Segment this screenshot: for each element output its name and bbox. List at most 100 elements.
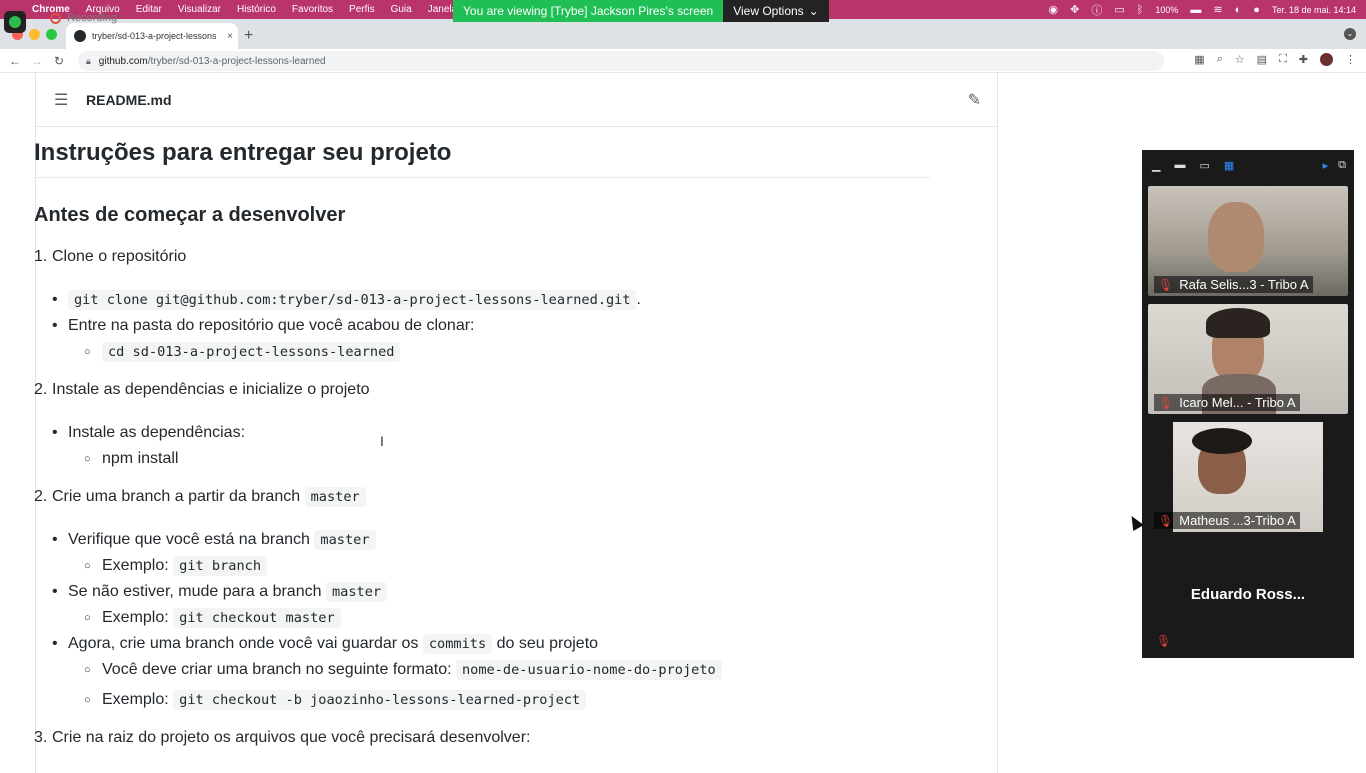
menu-item-historico[interactable]: Histórico — [237, 4, 276, 15]
extension-icon[interactable]: ▤ — [1257, 53, 1267, 66]
list-item: Você deve criar uma branch no seguinte f… — [34, 660, 930, 680]
recording-label: Recording — [67, 12, 118, 24]
participant-tile[interactable]: Eduardo Ross... 🎙︎ — [1148, 542, 1348, 654]
pop-out-icon[interactable]: ⧉ — [1338, 159, 1346, 172]
muted-mic-icon: 🎙︎ — [1158, 513, 1174, 528]
url-path: /tryber/sd-013-a-project-lessons-learned — [147, 55, 326, 67]
puzzle-icon[interactable]: ✚ — [1299, 53, 1308, 66]
menu-item-perfis[interactable]: Perfis — [349, 4, 375, 15]
participant-name: Eduardo Ross... — [1190, 586, 1306, 603]
step-3: 3. Crie na raiz do projeto os arquivos qu… — [34, 729, 531, 746]
new-tab-button[interactable]: + — [244, 27, 253, 45]
menu-item-editar[interactable]: Editar — [136, 4, 162, 15]
reload-icon[interactable]: ↻ — [48, 54, 70, 68]
list-item: cd sd-013-a-project-lessons-learned — [34, 342, 930, 362]
cd-code[interactable]: cd sd-013-a-project-lessons-learned — [102, 342, 401, 362]
status-area: ◉ ✥ ⓘ ▭ ᛒ 100% ▬ ≋ ◐ ● Ter. 18 de mai. 1… — [1049, 0, 1356, 19]
menu-item-guia[interactable]: Guia — [391, 4, 412, 15]
minimize-window-icon[interactable] — [29, 29, 40, 40]
gallery-toolbar: ▁ ▬ ▭ ▦ ▸ ⧉ — [1142, 150, 1354, 180]
readme-header: ☰ README.md ✎ — [36, 73, 997, 127]
bluetooth-icon[interactable]: ᛒ — [1137, 4, 1144, 16]
participant-name: 🎙︎ Icaro Mel... - Tribo A — [1154, 394, 1300, 411]
more-menu-icon[interactable]: ⋮ — [1345, 53, 1356, 66]
step-1: 1. Clone o repositório — [34, 248, 187, 265]
menu-item-visualizar[interactable]: Visualizar — [178, 4, 221, 15]
list-item: Exemplo: git checkout master — [34, 608, 930, 628]
step-2b: 2. Crie uma branch a partir da branch mas… — [34, 487, 930, 507]
wifi-off-icon[interactable]: ≋ — [1213, 3, 1222, 16]
readme-filename: README.md — [86, 91, 172, 108]
share-banner-message: You are viewing [Trybe] Jackson Pires's … — [453, 0, 724, 22]
battery-icon[interactable]: ▬ — [1190, 4, 1201, 16]
qr-code-icon[interactable]: ▦ — [1194, 53, 1204, 66]
participant-tile[interactable]: 🎙︎ Rafa Selis...3 - Tribo A — [1148, 186, 1348, 296]
url-host: github.com — [98, 55, 148, 67]
clone-code[interactable]: git clone git@github.com:tryber/sd-013-a… — [68, 290, 637, 310]
maximize-window-icon[interactable] — [46, 29, 57, 40]
list-item: Se não estiver, mude para a branch maste… — [34, 582, 930, 602]
menu-item-favoritos[interactable]: Favoritos — [292, 4, 333, 15]
muted-mic-icon: 🎙︎ — [1158, 277, 1174, 292]
participant-name: 🎙︎ Matheus ...3-Tribo A — [1154, 512, 1300, 529]
next-page-icon[interactable]: ▸ — [1323, 159, 1329, 172]
record-dot-icon — [50, 12, 61, 24]
control-center-icon[interactable]: ◐ — [1235, 4, 1242, 16]
gallery-view-icon[interactable]: ▦ — [1224, 159, 1234, 172]
muted-mic-icon: 🎙︎ — [1156, 634, 1172, 648]
chevron-down-icon: ⌄ — [808, 4, 819, 18]
speaker-view-icon[interactable]: ▭ — [1199, 159, 1209, 172]
bookmark-star-icon[interactable]: ☆ — [1235, 53, 1245, 66]
battery-percent: 100% — [1155, 4, 1179, 15]
browser-toolbar: ← → ↻ 🔒︎ github.com/tryber/sd-013-a-proj… — [0, 49, 1366, 73]
list-item: git clone git@github.com:tryber/sd-013-a… — [34, 290, 930, 310]
participant-tile[interactable]: 🎙︎ Icaro Mel... - Tribo A — [1148, 304, 1348, 414]
text-cursor-icon: I — [380, 433, 384, 449]
move-icon[interactable]: ✥ — [1070, 3, 1079, 16]
github-icon — [74, 30, 86, 42]
video-gallery: ▁ ▬ ▭ ▦ ▸ ⧉ 🎙︎ Rafa Selis...3 - Tribo A 🎙… — [1142, 150, 1354, 658]
user-icon[interactable]: ● — [1253, 4, 1260, 16]
screen-icon[interactable]: ▭ — [1114, 3, 1124, 16]
step-2a: 2. Instale as dependências e inicialize o… — [34, 381, 370, 398]
muted-mic-icon: 🎙︎ — [1158, 395, 1174, 410]
lock-icon: 🔒︎ — [86, 55, 91, 66]
readme-h1: Instruções para entregar seu projeto — [34, 139, 930, 178]
tab-title: tryber/sd-013-a-project-lessons — [92, 31, 217, 41]
browser-tab-strip: tryber/sd-013-a-project-lessons × + ⌄ — [0, 19, 1366, 49]
close-tab-icon[interactable]: × — [222, 31, 238, 42]
address-bar[interactable]: 🔒︎ github.com/tryber/sd-013-a-project-le… — [78, 51, 1164, 71]
list-item: Exemplo: git checkout -b joaozinho-lesso… — [34, 690, 930, 710]
list-item: Verifique que você está na branch master — [34, 530, 930, 550]
recording-indicator: Recording — [50, 12, 117, 24]
screen-share-banner: You are viewing [Trybe] Jackson Pires's … — [453, 0, 829, 22]
participant-name: 🎙︎ Rafa Selis...3 - Tribo A — [1154, 276, 1313, 293]
list-item: Agora, crie uma branch onde você vai gua… — [34, 634, 930, 654]
strip-view-icon[interactable]: ▬ — [1174, 159, 1185, 171]
browser-tab[interactable]: tryber/sd-013-a-project-lessons × — [66, 23, 238, 49]
list-item: Instale as dependências: — [34, 423, 930, 443]
recording-badge[interactable] — [4, 11, 26, 33]
pencil-icon[interactable]: ✎ — [968, 90, 981, 110]
participant-tile[interactable]: 🎙︎ Matheus ...3-Tribo A — [1148, 422, 1348, 532]
list-item: Exemplo: git branch — [34, 556, 930, 576]
profile-avatar[interactable] — [1320, 53, 1333, 66]
clock[interactable]: Ter. 18 de mai. 14:14 — [1272, 5, 1356, 15]
forward-icon[interactable]: → — [26, 54, 48, 68]
list-item: Entre na pasta do repositório que você a… — [34, 316, 930, 336]
list-icon[interactable]: ☰ — [54, 90, 86, 110]
zoom-status-icon[interactable]: ◉ — [1049, 3, 1059, 16]
view-options-button[interactable]: View Options ⌄ — [723, 0, 829, 22]
tab-search-icon[interactable]: ⌄ — [1344, 28, 1356, 40]
screen-capture-icon[interactable]: ⛶ — [1279, 53, 1287, 66]
list-item: npm install — [34, 449, 930, 469]
view-options-label: View Options — [733, 4, 804, 18]
readme-h2: Antes de começar a desenvolver — [34, 204, 346, 226]
back-icon[interactable]: ← — [4, 54, 26, 68]
readme-content: Instruções para entregar seu projeto Ant… — [34, 139, 930, 771]
minimize-icon[interactable]: ▁ — [1152, 159, 1160, 172]
info-icon[interactable]: ⓘ — [1091, 2, 1102, 18]
toolbar-icons: ▦ ⌕ ☆ ▤ ⛶ ✚ ⋮ — [1194, 53, 1356, 66]
zoom-icon[interactable]: ⌕ — [1217, 53, 1223, 66]
shield-icon — [9, 16, 21, 28]
